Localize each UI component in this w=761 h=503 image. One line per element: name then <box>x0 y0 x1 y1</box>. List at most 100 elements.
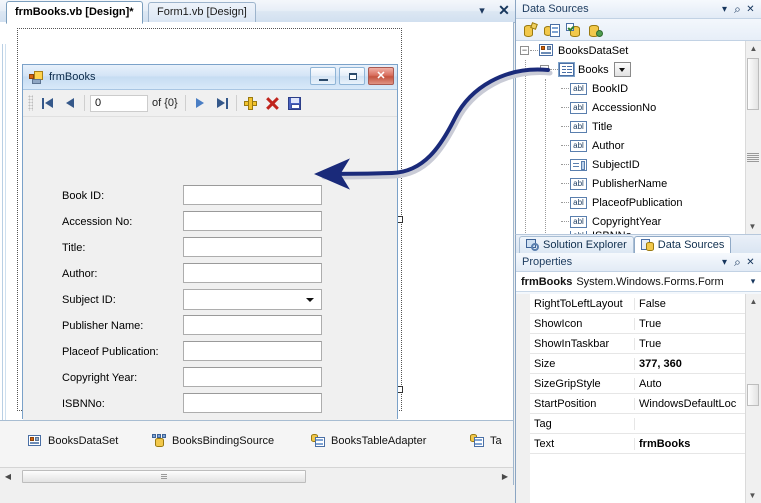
property-row-tag[interactable]: Tag <box>516 414 761 434</box>
maximize-icon[interactable] <box>339 67 365 85</box>
chevron-down-icon[interactable]: ▾ <box>747 276 759 287</box>
property-row-size[interactable]: + Size 377, 360 <box>516 354 761 374</box>
toolbar-grip[interactable] <box>28 95 33 111</box>
property-row-showintaskbar[interactable]: ShowInTaskbar True <box>516 334 761 354</box>
input-accession-no[interactable] <box>183 211 322 231</box>
close-icon[interactable]: ✕ <box>368 67 394 85</box>
scrollbar-thumb[interactable] <box>22 470 306 483</box>
tree-node-label: AccessionNo <box>592 101 657 114</box>
dock-tab-strip: Solution Explorer Data Sources <box>515 234 761 253</box>
close-icon[interactable]: ✕ <box>744 256 757 269</box>
chevron-down-icon <box>306 298 314 302</box>
close-icon[interactable]: ✕ <box>744 3 757 16</box>
chevron-down-icon[interactable]: ▾ <box>718 3 731 16</box>
pin-icon[interactable]: ⌕ <box>731 3 744 16</box>
property-row-showicon[interactable]: ShowIcon True <box>516 314 761 334</box>
tab-form1-design[interactable]: Form1.vb [Design] <box>148 2 256 22</box>
tab-frmbooks-design[interactable]: frmBooks.vb [Design]* <box>6 1 143 24</box>
tree-node-subjectid[interactable]: SubjectID <box>516 155 761 174</box>
property-row-text[interactable]: Text frmBooks <box>516 434 761 454</box>
property-value[interactable]: True <box>635 338 761 350</box>
input-publisher-name[interactable] <box>183 315 322 335</box>
scrollbar-track[interactable] <box>16 469 497 484</box>
move-previous-icon[interactable] <box>59 93 81 113</box>
property-value[interactable]: frmBooks <box>635 438 761 450</box>
position-input[interactable]: 0 <box>90 94 148 112</box>
tree-node-copyrightyear[interactable]: abl CopyrightYear <box>516 212 761 231</box>
move-last-icon[interactable] <box>211 93 233 113</box>
chevron-down-icon[interactable] <box>613 62 631 77</box>
data-sources-vertical-scrollbar[interactable]: ▲ ▼ <box>745 41 761 234</box>
arrow-left-icon[interactable]: ◀ <box>0 469 16 484</box>
input-title[interactable] <box>183 237 322 257</box>
expander-icon[interactable]: − <box>540 65 549 74</box>
tree-node-title[interactable]: abl Title <box>516 117 761 136</box>
tree-node-publishername[interactable]: abl PublisherName <box>516 174 761 193</box>
abl-icon: abl <box>570 120 587 133</box>
tree-node-placeofpublication[interactable]: abl PlaceofPublication <box>516 193 761 212</box>
tree-node-accessionno[interactable]: abl AccessionNo <box>516 98 761 117</box>
tree-node-booksdataset[interactable]: − BooksDataSet <box>516 41 761 60</box>
scrollbar-grip[interactable] <box>747 153 759 162</box>
property-value[interactable]: False <box>635 298 761 310</box>
edit-dataset-with-designer-icon[interactable] <box>544 23 560 38</box>
input-author[interactable] <box>183 263 322 283</box>
close-icon[interactable]: ✕ <box>497 3 511 18</box>
properties-vertical-scrollbar[interactable]: ▲ ▼ <box>745 294 761 503</box>
input-book-id[interactable] <box>183 185 322 205</box>
property-value[interactable]: 377, 360 <box>635 358 761 370</box>
arrow-down-icon[interactable]: ▼ <box>746 219 759 234</box>
minimize-icon[interactable] <box>310 67 336 85</box>
move-first-icon[interactable] <box>37 93 59 113</box>
expander-icon[interactable]: − <box>520 46 529 55</box>
property-row-sizegripstyle[interactable]: SizeGripStyle Auto <box>516 374 761 394</box>
input-copyright-year[interactable] <box>183 367 322 387</box>
tree-node-bookid[interactable]: abl BookID <box>516 79 761 98</box>
chevron-down-icon[interactable]: ▾ <box>718 256 731 269</box>
designer-horizontal-scrollbar[interactable]: ◀ ▶ <box>0 467 513 485</box>
arrow-up-icon[interactable]: ▲ <box>746 41 761 56</box>
delete-icon[interactable] <box>262 93 284 113</box>
tray-item-booksbindingsource[interactable]: BooksBindingSource <box>152 434 274 447</box>
combobox-subject-id[interactable] <box>183 289 322 310</box>
tree-node-books[interactable]: − Books <box>516 60 761 79</box>
refresh-icon[interactable] <box>588 23 604 38</box>
tree-node-author[interactable]: abl Author <box>516 136 761 155</box>
property-row-righttoleftlayout[interactable]: RightToLeftLayout False <box>516 294 761 314</box>
save-icon[interactable] <box>284 93 306 113</box>
input-placeof-publication[interactable] <box>183 341 322 361</box>
tree-node-label: SubjectID <box>592 158 640 171</box>
input-isbnno[interactable] <box>183 393 322 413</box>
properties-grid[interactable]: RightToLeftLayout False ShowIcon True Sh… <box>516 294 761 503</box>
arrow-down-icon[interactable]: ▼ <box>746 488 759 503</box>
scrollbar-thumb[interactable] <box>747 384 759 406</box>
form-designer-surface[interactable]: frmBooks ✕ 0 of {0} Book ID: Accession N… <box>0 22 514 420</box>
binding-navigator-toolbar[interactable]: 0 of {0} <box>23 90 397 117</box>
label-subject-id: Subject ID: <box>62 294 116 306</box>
frmbooks-form[interactable]: frmBooks ✕ 0 of {0} Book ID: Accession N… <box>22 64 398 420</box>
property-value[interactable]: Auto <box>635 378 761 390</box>
property-row-startposition[interactable]: StartPosition WindowsDefaultLoc <box>516 394 761 414</box>
property-value[interactable]: True <box>635 318 761 330</box>
pin-icon[interactable]: ⌕ <box>731 256 744 269</box>
tab-data-sources[interactable]: Data Sources <box>633 236 732 253</box>
tab-solution-explorer[interactable]: Solution Explorer <box>519 236 634 253</box>
arrow-right-icon[interactable]: ▶ <box>497 469 513 484</box>
move-next-icon[interactable] <box>189 93 211 113</box>
tray-item-booksdataset[interactable]: BooksDataSet <box>28 434 118 447</box>
arrow-up-icon[interactable]: ▲ <box>746 294 761 309</box>
add-new-data-source-icon[interactable] <box>522 21 538 38</box>
add-new-icon[interactable] <box>240 93 262 113</box>
tree-node-label: BooksDataSet <box>558 44 629 57</box>
scrollbar-thumb[interactable] <box>747 58 759 110</box>
tree-node-label: PublisherName <box>592 177 668 190</box>
abl-icon: abl <box>570 196 587 209</box>
tray-item-ta[interactable]: Ta <box>470 434 502 447</box>
property-value[interactable]: WindowsDefaultLoc <box>635 398 761 410</box>
data-sources-tree[interactable]: − BooksDataSet − Books abl BookID abl Ac… <box>516 40 761 234</box>
chevron-down-icon[interactable]: ▾ <box>475 4 489 18</box>
selected-object-type: System.Windows.Forms.Form <box>576 275 724 288</box>
configure-dataset-with-wizard-icon[interactable] <box>566 22 582 38</box>
tray-item-bookstableadapter[interactable]: BooksTableAdapter <box>311 434 426 447</box>
properties-object-selector[interactable]: frmBooks System.Windows.Forms.Form ▾ <box>516 272 761 292</box>
